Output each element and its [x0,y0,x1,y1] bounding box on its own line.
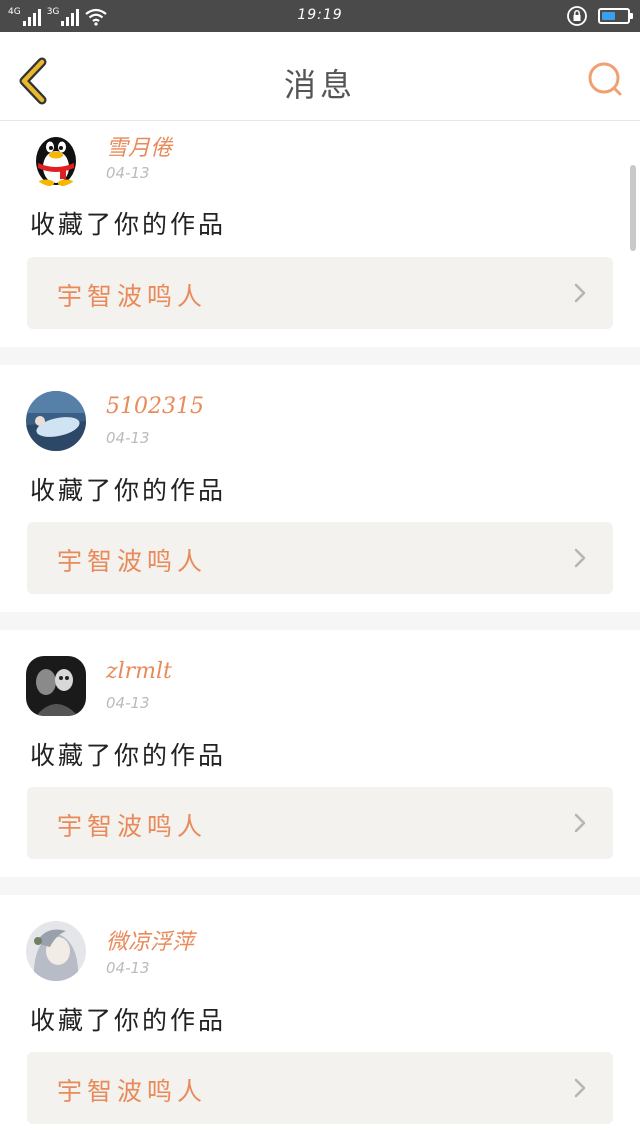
username[interactable]: 5102315 [106,394,204,419]
avatar[interactable] [26,127,86,187]
chevron-right-icon [574,813,586,833]
message-list[interactable]: 雪月倦 04-13 收藏了你的作品 宇智波鸣人 5102315 04-13 收藏… [0,121,640,1138]
username[interactable]: zlrmlt [106,659,172,684]
work-link[interactable]: 宇智波鸣人 [27,787,613,859]
message-text: 收藏了你的作品 [30,741,227,770]
search-icon[interactable] [586,60,626,100]
battery-icon [598,8,633,24]
message-card: zlrmlt 04-13 收藏了你的作品 宇智波鸣人 [0,630,640,877]
work-link[interactable]: 宇智波鸣人 [27,522,613,594]
avatar[interactable] [26,656,86,716]
divider [0,347,640,365]
scrollbar[interactable] [630,165,636,251]
message-text: 收藏了你的作品 [30,210,227,239]
photo-avatar-icon [26,921,86,981]
chevron-right-icon [574,283,586,303]
battery-level [602,12,616,20]
work-title: 宇智波鸣人 [57,812,208,841]
avatar[interactable] [26,921,86,981]
chevron-right-icon [574,548,586,568]
username[interactable]: 雪月倦 [106,130,172,162]
message-date: 04-13 [106,959,150,977]
photo-avatar-icon [26,656,86,716]
message-card: 微凉浮萍 04-13 收藏了你的作品 宇智波鸣人 [0,895,640,1138]
penguin-avatar-icon [36,137,76,187]
message-date: 04-13 [106,164,150,182]
message-card: 雪月倦 04-13 收藏了你的作品 宇智波鸣人 [0,121,640,347]
message-card: 5102315 04-13 收藏了你的作品 宇智波鸣人 [0,365,640,612]
chevron-right-icon [574,1078,586,1098]
message-text: 收藏了你的作品 [30,476,227,505]
work-title: 宇智波鸣人 [57,1077,208,1106]
message-text: 收藏了你的作品 [30,1006,227,1035]
username[interactable]: 微凉浮萍 [106,924,194,956]
message-date: 04-13 [106,694,150,712]
work-link[interactable]: 宇智波鸣人 [27,257,613,329]
work-title: 宇智波鸣人 [57,282,208,311]
status-time: 19:19 [297,7,343,23]
navigation-bar: 消息 [0,32,640,121]
rotation-lock-icon [567,6,587,26]
avatar[interactable] [26,391,86,451]
page-title: 消息 [283,66,356,104]
work-title: 宇智波鸣人 [57,547,208,576]
work-link[interactable]: 宇智波鸣人 [27,1052,613,1124]
divider [0,877,640,895]
message-date: 04-13 [106,429,150,447]
status-bar: 4G 3G 19:19 [0,0,640,32]
divider [0,612,640,630]
photo-avatar-icon [26,391,86,451]
